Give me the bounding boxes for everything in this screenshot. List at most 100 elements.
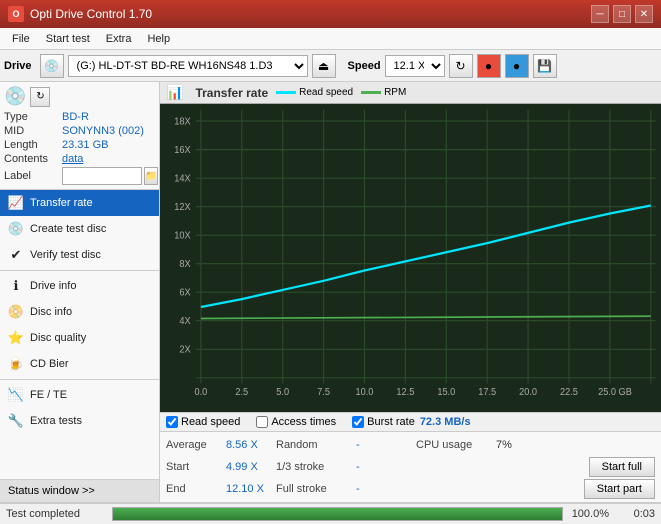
nav-create-test-disc[interactable]: 💿 Create test disc <box>0 216 159 242</box>
end-value: 12.10 X <box>226 483 276 495</box>
disc-panel-icon: 💿 <box>4 86 26 107</box>
nav-transfer-rate[interactable]: 📈 Transfer rate <box>0 190 159 216</box>
nav-create-test-disc-label: Create test disc <box>30 223 106 235</box>
sidebar: 💿 ↻ Type BD-R MID SONYNN3 (002) Length 2… <box>0 82 160 502</box>
start-full-button[interactable]: Start full <box>589 457 655 477</box>
disc-panel: 💿 ↻ Type BD-R MID SONYNN3 (002) Length 2… <box>0 82 159 190</box>
speed-label: Speed <box>348 60 381 72</box>
close-button[interactable]: ✕ <box>635 5 653 23</box>
svg-text:10X: 10X <box>174 230 191 242</box>
nav-fe-te-label: FE / TE <box>30 389 67 401</box>
chart-icon: 📊 <box>166 84 183 101</box>
nav-drive-info[interactable]: ℹ Drive info <box>0 273 159 299</box>
disc-refresh-button[interactable]: ↻ <box>30 87 50 107</box>
menu-bar: File Start test Extra Help <box>0 28 661 50</box>
status-window-label: Status window >> <box>8 485 95 497</box>
random-label: Random <box>276 439 356 451</box>
label-input[interactable] <box>62 167 142 185</box>
svg-text:16X: 16X <box>174 145 191 157</box>
drive-info-icon: ℹ <box>8 278 24 294</box>
svg-text:7.5: 7.5 <box>317 386 330 398</box>
nav-disc-info[interactable]: 📀 Disc info <box>0 299 159 325</box>
drive-select[interactable]: (G:) HL-DT-ST BD-RE WH16NS48 1.D3 <box>68 55 308 77</box>
maximize-button[interactable]: □ <box>613 5 631 23</box>
nav-fe-te[interactable]: 📉 FE / TE <box>0 382 159 408</box>
status-window-button[interactable]: Status window >> <box>0 479 159 502</box>
content-area: 📊 Transfer rate Read speed RPM <box>160 82 661 502</box>
start-part-button[interactable]: Start part <box>584 479 655 499</box>
nav-verify-test-disc[interactable]: ✔ Verify test disc <box>0 242 159 268</box>
svg-text:4X: 4X <box>179 316 191 328</box>
length-value: 23.31 GB <box>62 139 108 151</box>
red-btn[interactable]: ● <box>477 54 501 78</box>
one-third-stroke-label: 1/3 stroke <box>276 461 356 473</box>
svg-text:20.0: 20.0 <box>519 386 537 398</box>
minimize-button[interactable]: ─ <box>591 5 609 23</box>
access-times-checkbox-item: Access times <box>256 416 336 428</box>
blue-btn[interactable]: ● <box>505 54 529 78</box>
disc-quality-icon: ⭐ <box>8 330 24 346</box>
svg-text:18X: 18X <box>174 116 191 128</box>
label-label: Label <box>4 170 62 182</box>
full-stroke-value: - <box>356 483 416 495</box>
svg-text:5.0: 5.0 <box>276 386 289 398</box>
start-label: Start <box>166 461 226 473</box>
speed-select[interactable]: 12.1 X <box>385 55 445 77</box>
legend-read-speed-label: Read speed <box>299 87 353 98</box>
stats-row: Read speed Access times Burst rate 72.3 … <box>160 412 661 431</box>
nav-cd-bier[interactable]: 🍺 CD Bier <box>0 351 159 377</box>
svg-text:0.0: 0.0 <box>195 386 208 398</box>
type-value: BD-R <box>62 111 89 123</box>
access-times-checkbox-label: Access times <box>271 416 336 428</box>
app-title: Opti Drive Control 1.70 <box>30 7 152 21</box>
data-row-average: Average 8.56 X Random - CPU usage 7% <box>166 434 655 456</box>
data-rows: Average 8.56 X Random - CPU usage 7% Sta… <box>160 431 661 502</box>
status-time: 0:03 <box>615 508 655 520</box>
label-folder-button[interactable]: 📁 <box>144 167 158 185</box>
burst-rate-checkbox[interactable] <box>352 416 364 428</box>
average-label: Average <box>166 439 226 451</box>
legend-rpm-color <box>361 91 381 94</box>
access-times-checkbox[interactable] <box>256 416 268 428</box>
chart-header: 📊 Transfer rate Read speed RPM <box>160 82 661 104</box>
svg-text:14X: 14X <box>174 173 191 185</box>
progress-bar-container <box>112 507 563 521</box>
menu-help[interactable]: Help <box>139 31 178 47</box>
drive-icon-button[interactable]: 💿 <box>40 54 64 78</box>
chart-title: Transfer rate <box>195 86 268 100</box>
eject-button[interactable]: ⏏ <box>312 54 336 78</box>
nav-disc-quality[interactable]: ⭐ Disc quality <box>0 325 159 351</box>
menu-extra[interactable]: Extra <box>98 31 140 47</box>
read-speed-checkbox-item: Read speed <box>166 416 240 428</box>
random-value: - <box>356 439 416 451</box>
legend-rpm: RPM <box>361 87 406 98</box>
burst-rate-checkbox-label: Burst rate <box>367 416 415 428</box>
burst-value: 72.3 MB/s <box>420 416 471 428</box>
disc-info-icon: 📀 <box>8 304 24 320</box>
contents-label: Contents <box>4 153 62 165</box>
read-speed-checkbox[interactable] <box>166 416 178 428</box>
create-test-disc-icon: 💿 <box>8 221 24 237</box>
extra-tests-icon: 🔧 <box>8 413 24 429</box>
status-text: Test completed <box>6 508 106 520</box>
burst-rate-checkbox-item: Burst rate 72.3 MB/s <box>352 416 470 428</box>
menu-file[interactable]: File <box>4 31 38 47</box>
progress-bar-fill <box>113 508 562 520</box>
drive-label: Drive <box>4 60 32 72</box>
svg-text:12.5: 12.5 <box>396 386 414 398</box>
legend-read-speed-color <box>276 91 296 94</box>
contents-value[interactable]: data <box>62 153 83 165</box>
svg-text:2.5: 2.5 <box>235 386 248 398</box>
svg-text:12X: 12X <box>174 202 191 214</box>
refresh-button[interactable]: ↻ <box>449 54 473 78</box>
save-button[interactable]: 💾 <box>533 54 557 78</box>
svg-text:10.0: 10.0 <box>356 386 374 398</box>
svg-text:6X: 6X <box>179 287 191 299</box>
nav-extra-tests[interactable]: 🔧 Extra tests <box>0 408 159 434</box>
svg-text:2X: 2X <box>179 344 191 356</box>
nav-drive-info-label: Drive info <box>30 280 76 292</box>
mid-label: MID <box>4 125 62 137</box>
start-value: 4.99 X <box>226 461 276 473</box>
cpu-usage-value: 7% <box>496 439 546 451</box>
menu-start-test[interactable]: Start test <box>38 31 98 47</box>
